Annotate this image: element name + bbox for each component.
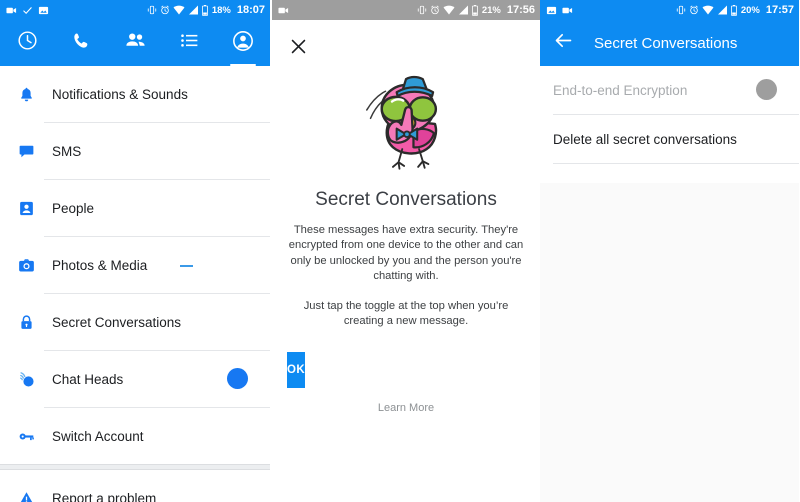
sidebar-item-label: Chat Heads — [52, 371, 124, 387]
sidebar-item-label: Secret Conversations — [52, 314, 182, 330]
vibrate-icon — [147, 5, 157, 15]
camera-icon — [8, 257, 44, 274]
wifi-icon — [443, 5, 455, 15]
profile-icon — [232, 30, 254, 57]
learn-more-link[interactable]: Learn More — [272, 402, 540, 414]
alarm-icon — [689, 5, 699, 15]
tab-profile[interactable] — [216, 20, 270, 66]
image-icon — [546, 5, 557, 16]
photos-media-indicator — [180, 265, 193, 267]
battery-percent-label: 18% — [211, 4, 231, 16]
battery-icon — [471, 4, 478, 16]
key-icon — [8, 428, 44, 445]
bottom-tab-bar — [0, 20, 270, 66]
sidebar-item-chat-heads[interactable]: Chat Heads — [0, 351, 270, 407]
phone-icon — [71, 31, 91, 56]
toggle-knob — [227, 368, 248, 389]
tab-recent[interactable] — [0, 20, 54, 66]
sidebar-item-label: Report a problem — [52, 490, 157, 502]
sidebar-item-report-a-problem[interactable]: Report a problem — [0, 470, 270, 502]
clock-label: 17:56 — [506, 4, 535, 16]
vibrate-icon — [676, 5, 686, 15]
close-icon — [291, 39, 305, 53]
row-label: Delete all secret conversations — [553, 131, 737, 147]
end-to-end-encryption-toggle[interactable] — [739, 79, 777, 100]
chat-head-icon — [8, 370, 44, 389]
bell-icon — [8, 86, 44, 103]
ok-button[interactable]: OK — [287, 351, 306, 388]
row-end-to-end-encryption[interactable]: End-to-end Encryption — [540, 66, 799, 114]
page-title: Secret Conversations — [594, 34, 738, 52]
video-badge-icon — [6, 5, 17, 16]
chat-heads-toggle[interactable] — [210, 368, 248, 389]
sidebar-item-label: SMS — [52, 143, 82, 159]
alarm-icon — [430, 5, 440, 15]
sidebar-item-label: Switch Account — [52, 428, 144, 444]
app-bar: Secret Conversations — [540, 20, 799, 66]
video-badge-icon — [278, 5, 289, 16]
clock-label: 18:07 — [236, 4, 265, 16]
tab-groups[interactable] — [162, 20, 216, 66]
battery-icon — [730, 4, 737, 16]
shushing-bird-illustration — [366, 75, 438, 170]
secret-settings-list: End-to-end Encryption Delete all secret … — [540, 66, 799, 164]
list-icon — [179, 30, 200, 56]
tab-calls[interactable] — [54, 20, 108, 66]
wifi-icon — [173, 5, 185, 15]
sidebar-item-label: People — [52, 200, 95, 216]
row-delete-all-secret-conversations[interactable]: Delete all secret conversations — [540, 115, 799, 163]
battery-icon — [201, 4, 208, 16]
sidebar-item-notifications-sounds[interactable]: Notifications & Sounds — [0, 66, 270, 122]
people-icon — [124, 29, 147, 57]
settings-list: Notifications & Sounds SMS People Photos… — [0, 66, 270, 502]
three-panel-screenshot: 18% 18:07 Notifications & Sounds SMS Peo… — [0, 0, 800, 502]
lock-icon — [8, 314, 44, 331]
dialog-body: Secret Conversations These messages have… — [272, 20, 540, 502]
signal-icon — [188, 5, 199, 15]
sidebar-item-photos-media[interactable]: Photos & Media — [0, 237, 270, 293]
sidebar-item-switch-account[interactable]: Switch Account — [0, 408, 270, 464]
sidebar-item-label: Notifications & Sounds — [52, 86, 188, 102]
clock-icon — [17, 30, 38, 56]
dialog-paragraph-1: These messages have extra security. They… — [288, 224, 524, 283]
panel-messenger-settings: 18% 18:07 Notifications & Sounds SMS Peo… — [0, 0, 270, 502]
dialog-title: Secret Conversations — [315, 189, 497, 210]
contact-card-icon — [8, 200, 44, 217]
close-button[interactable] — [286, 34, 310, 58]
sidebar-item-label: Photos & Media — [52, 257, 148, 273]
empty-area — [540, 183, 799, 502]
tab-people[interactable] — [108, 20, 162, 66]
panel-secret-conversations-intro: 21% 17:56 Secret Conversations These mes… — [272, 0, 540, 502]
check-icon — [22, 5, 33, 16]
wifi-icon — [702, 5, 714, 15]
warning-triangle-icon — [8, 490, 44, 502]
status-bar-panel-one: 18% 18:07 — [0, 0, 270, 20]
toggle-knob — [756, 79, 777, 100]
back-arrow-icon[interactable] — [553, 30, 574, 56]
status-bar-panel-two: 21% 17:56 — [272, 0, 540, 20]
panel-secret-conversations-settings: 20% 17:57 Secret Conversations End-to-en… — [540, 0, 799, 502]
alarm-icon — [160, 5, 170, 15]
video-badge-icon — [562, 5, 573, 16]
vibrate-icon — [417, 5, 427, 15]
sidebar-item-secret-conversations[interactable]: Secret Conversations — [0, 294, 270, 350]
clock-label: 17:57 — [765, 4, 794, 16]
sidebar-item-sms[interactable]: SMS — [0, 123, 270, 179]
battery-percent-label: 21% — [481, 4, 501, 16]
signal-icon — [717, 5, 728, 15]
signal-icon — [458, 5, 469, 15]
sidebar-item-people[interactable]: People — [0, 180, 270, 236]
status-bar-panel-three: 20% 17:57 — [540, 0, 799, 20]
row-label: End-to-end Encryption — [553, 82, 688, 98]
battery-percent-label: 20% — [740, 4, 760, 16]
illustration-wrap — [272, 20, 540, 179]
dialog-paragraph-2: Just tap the toggle at the top when you’… — [303, 299, 509, 328]
image-icon — [38, 5, 49, 16]
list-divider — [553, 163, 799, 164]
chat-bubble-icon — [8, 143, 44, 160]
